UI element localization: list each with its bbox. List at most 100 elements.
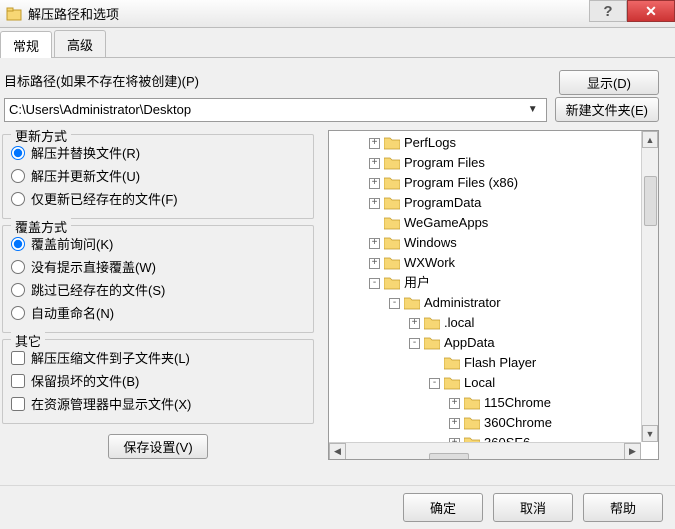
cancel-button[interactable]: 取消 bbox=[493, 493, 573, 522]
radio-auto-rename[interactable]: 自动重命名(N) bbox=[11, 301, 305, 324]
ok-button[interactable]: 确定 bbox=[403, 493, 483, 522]
scroll-up-icon[interactable]: ▲ bbox=[642, 131, 658, 148]
scroll-down-icon[interactable]: ▼ bbox=[642, 425, 658, 442]
expander-none bbox=[369, 218, 380, 229]
expand-icon[interactable]: + bbox=[369, 258, 380, 269]
app-icon bbox=[6, 6, 22, 22]
tree-item-label: Program Files (x86) bbox=[404, 173, 518, 193]
tree-item[interactable]: - 用户 bbox=[329, 273, 658, 293]
folder-tree[interactable]: + PerfLogs + Program Files + Program Files (x… bbox=[328, 130, 659, 460]
collapse-icon[interactable]: - bbox=[369, 278, 380, 289]
folder-icon bbox=[384, 176, 400, 190]
collapse-icon[interactable]: - bbox=[429, 378, 440, 389]
collapse-icon[interactable]: - bbox=[409, 338, 420, 349]
check-keep-broken[interactable]: 保留损坏的文件(B) bbox=[11, 369, 305, 392]
folder-icon bbox=[464, 416, 480, 430]
expand-icon[interactable]: + bbox=[369, 178, 380, 189]
dialog-footer: 确定 取消 帮助 bbox=[0, 485, 675, 529]
folder-icon bbox=[464, 396, 480, 410]
tab-advanced[interactable]: 高级 bbox=[54, 30, 106, 57]
folder-icon bbox=[384, 276, 400, 290]
expand-icon[interactable]: + bbox=[369, 138, 380, 149]
folder-icon bbox=[424, 336, 440, 350]
folder-icon bbox=[384, 256, 400, 270]
folder-icon bbox=[444, 376, 460, 390]
misc-title: 其它 bbox=[11, 331, 45, 350]
tree-item[interactable]: +360Chrome bbox=[329, 413, 658, 433]
folder-icon bbox=[384, 196, 400, 210]
scroll-right-icon[interactable]: ▶ bbox=[624, 443, 641, 460]
tree-item[interactable]: - Local bbox=[329, 373, 658, 393]
tab-bar: 常规 高级 bbox=[0, 28, 675, 58]
tree-item-label: AppData bbox=[444, 333, 495, 353]
destination-path-combo[interactable]: C:\Users\Administrator\Desktop ▼ bbox=[4, 98, 547, 122]
tree-item-label: Program Files bbox=[404, 153, 485, 173]
tree-item-label: WeGameApps bbox=[404, 213, 488, 233]
tree-item-label: 360Chrome bbox=[484, 413, 552, 433]
tree-item[interactable]: +ProgramData bbox=[329, 193, 658, 213]
expand-icon[interactable]: + bbox=[449, 418, 460, 429]
tree-item[interactable]: - AppData bbox=[329, 333, 658, 353]
expand-icon[interactable]: + bbox=[449, 398, 460, 409]
tree-item[interactable]: + Program Files (x86) bbox=[329, 173, 658, 193]
close-button[interactable]: ✕ bbox=[627, 0, 675, 22]
help-button[interactable]: 帮助 bbox=[583, 493, 663, 522]
tree-item-label: .local bbox=[444, 313, 474, 333]
tree-item-label: Administrator bbox=[424, 293, 501, 313]
tree-item[interactable]: + PerfLogs bbox=[329, 133, 658, 153]
radio-extract-update[interactable]: 解压并更新文件(U) bbox=[11, 164, 305, 187]
window-buttons: ? ✕ bbox=[589, 0, 675, 22]
tree-item[interactable]: WeGameApps bbox=[329, 213, 658, 233]
chevron-down-icon[interactable]: ▼ bbox=[524, 104, 542, 115]
expander-none bbox=[429, 358, 440, 369]
radio-fresh-only[interactable]: 仅更新已经存在的文件(F) bbox=[11, 187, 305, 210]
folder-icon bbox=[424, 316, 440, 330]
tree-item[interactable]: Flash Player bbox=[329, 353, 658, 373]
scroll-left-icon[interactable]: ◀ bbox=[329, 443, 346, 460]
tree-item[interactable]: + .local bbox=[329, 313, 658, 333]
tree-item[interactable]: + WXWork bbox=[329, 253, 658, 273]
overwrite-mode-title: 覆盖方式 bbox=[11, 217, 71, 236]
update-mode-title: 更新方式 bbox=[11, 126, 71, 145]
check-subfolder[interactable]: 解压压缩文件到子文件夹(L) bbox=[11, 346, 305, 369]
tree-item-label: Windows bbox=[404, 233, 457, 253]
misc-group: 其它 解压压缩文件到子文件夹(L) 保留损坏的文件(B) 在资源管理器中显示文件… bbox=[2, 339, 314, 424]
destination-path-label: 目标路径(如果不存在将被创建)(P) bbox=[4, 71, 551, 94]
folder-icon bbox=[384, 216, 400, 230]
new-folder-button[interactable]: 新建文件夹(E) bbox=[555, 97, 659, 122]
vertical-scrollbar[interactable]: ▲ ▼ bbox=[641, 131, 658, 442]
expand-icon[interactable]: + bbox=[369, 158, 380, 169]
scroll-thumb[interactable] bbox=[644, 176, 657, 226]
tree-item-label: PerfLogs bbox=[404, 133, 456, 153]
check-show-explorer[interactable]: 在资源管理器中显示文件(X) bbox=[11, 392, 305, 415]
folder-icon bbox=[444, 356, 460, 370]
expand-icon[interactable]: + bbox=[369, 198, 380, 209]
tree-item-label: WXWork bbox=[404, 253, 455, 273]
tree-item-label: 115Chrome bbox=[484, 393, 551, 413]
horizontal-scrollbar[interactable]: ◀ ▶ bbox=[329, 442, 641, 459]
title-bar: 解压路径和选项 ? ✕ bbox=[0, 0, 675, 28]
tree-item-label: Flash Player bbox=[464, 353, 536, 373]
display-button[interactable]: 显示(D) bbox=[559, 70, 659, 95]
folder-icon bbox=[384, 156, 400, 170]
radio-skip-existing[interactable]: 跳过已经存在的文件(S) bbox=[11, 278, 305, 301]
expand-icon[interactable]: + bbox=[409, 318, 420, 329]
collapse-icon[interactable]: - bbox=[389, 298, 400, 309]
tree-item[interactable]: + Windows bbox=[329, 233, 658, 253]
tree-item-label: Local bbox=[464, 373, 495, 393]
expand-icon[interactable]: + bbox=[369, 238, 380, 249]
help-button[interactable]: ? bbox=[589, 0, 627, 22]
folder-icon bbox=[404, 296, 420, 310]
tree-item[interactable]: +115Chrome bbox=[329, 393, 658, 413]
destination-path-value: C:\Users\Administrator\Desktop bbox=[9, 102, 524, 117]
overwrite-mode-group: 覆盖方式 覆盖前询问(K) 没有提示直接覆盖(W) 跳过已经存在的文件(S) 自… bbox=[2, 225, 314, 333]
save-settings-button[interactable]: 保存设置(V) bbox=[108, 434, 208, 459]
tree-item[interactable]: - Administrator bbox=[329, 293, 658, 313]
tab-general[interactable]: 常规 bbox=[0, 31, 52, 58]
scroll-thumb[interactable] bbox=[429, 453, 469, 460]
tree-item-label: 用户 bbox=[404, 273, 430, 293]
tree-item[interactable]: + Program Files bbox=[329, 153, 658, 173]
folder-icon bbox=[384, 136, 400, 150]
radio-overwrite-noprompt[interactable]: 没有提示直接覆盖(W) bbox=[11, 255, 305, 278]
window-title: 解压路径和选项 bbox=[28, 4, 669, 23]
